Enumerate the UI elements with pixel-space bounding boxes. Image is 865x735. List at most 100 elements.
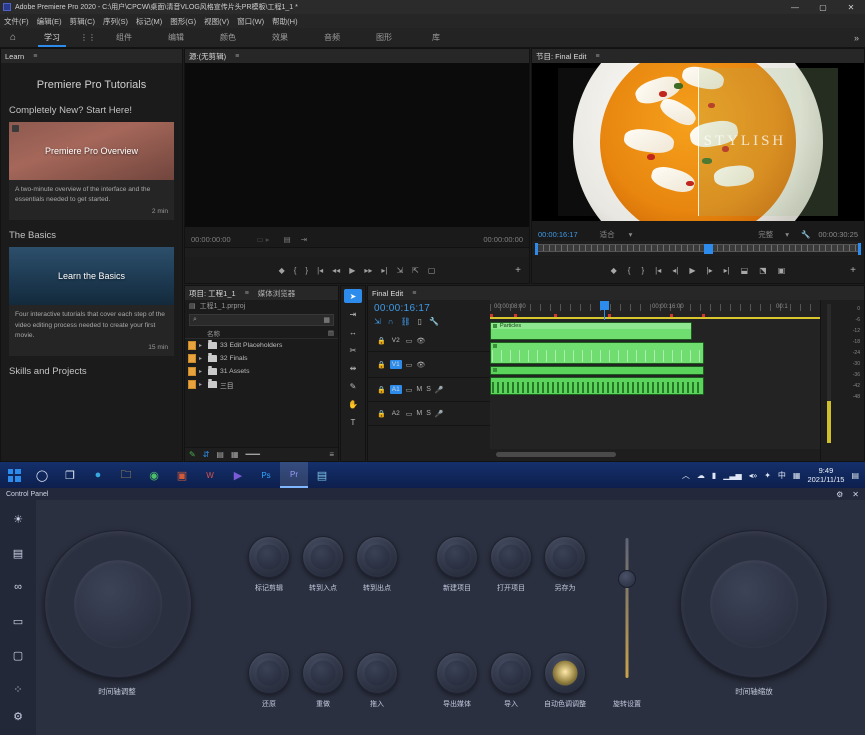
list-item[interactable]: ▸ 32 Finals xyxy=(185,352,338,365)
export-frame-icon[interactable]: ▢ xyxy=(428,266,436,275)
media-icon[interactable]: ▶ xyxy=(224,462,252,488)
go-to-out-knob[interactable] xyxy=(356,536,398,578)
tab-audio[interactable]: 音频 xyxy=(306,28,358,47)
close-icon[interactable]: ✕ xyxy=(852,490,859,499)
lock-icon[interactable]: 🔒 xyxy=(377,337,386,345)
step-back-icon[interactable]: ◂| xyxy=(672,266,678,275)
timeline-clip-a1[interactable] xyxy=(490,366,704,375)
menu-item-file[interactable]: 文件(F) xyxy=(4,16,29,27)
export-frame-icon[interactable]: ▣ xyxy=(778,266,786,275)
volume-icon[interactable]: ◂» xyxy=(749,471,757,480)
track-name-v2[interactable]: V2 xyxy=(390,336,402,345)
import-knob[interactable] xyxy=(490,652,532,694)
razor-tool[interactable]: ✂ xyxy=(344,343,362,357)
undo-knob[interactable] xyxy=(248,652,290,694)
solo-icon[interactable]: S xyxy=(426,386,431,393)
capture-icon[interactable]: ▤ xyxy=(308,462,336,488)
go-to-in-icon[interactable]: |◂ xyxy=(655,266,661,275)
start-button[interactable] xyxy=(0,462,28,488)
filter-icon[interactable]: ▦ xyxy=(323,316,330,324)
program-duration[interactable]: 00:00:30:25 xyxy=(818,230,858,239)
scrub-out-handle[interactable] xyxy=(858,243,861,255)
scrub-in-handle[interactable] xyxy=(535,243,538,255)
chrome-icon[interactable]: ◉ xyxy=(140,462,168,488)
notification-icon[interactable]: ▤ xyxy=(851,471,859,480)
workspace-overflow-icon[interactable]: » xyxy=(854,33,859,43)
settings-wrench-icon[interactable]: 🔧 xyxy=(429,317,439,326)
mute-icon[interactable]: M xyxy=(416,386,422,393)
file-explorer-icon[interactable]: 🗀 xyxy=(112,462,140,488)
lock-icon[interactable]: 🔒 xyxy=(377,361,386,369)
column-framerate[interactable]: ▤ xyxy=(328,329,334,337)
split-line[interactable] xyxy=(698,68,699,216)
archive-icon[interactable]: ▤ xyxy=(8,544,28,562)
premiere-icon[interactable]: Pr xyxy=(280,462,308,488)
menu-item-graphics[interactable]: 图形(G) xyxy=(170,16,196,27)
project-search-row[interactable]: ⌕ ▦ xyxy=(189,314,334,326)
menu-item-window[interactable]: 窗口(W) xyxy=(237,16,264,27)
edge-icon[interactable]: ● xyxy=(84,462,112,488)
eye-icon[interactable]: 👁 xyxy=(416,361,425,369)
voice-icon[interactable]: 🎤 xyxy=(435,386,444,394)
timeline-scrollbar[interactable] xyxy=(496,452,616,457)
new-project-knob[interactable] xyxy=(436,536,478,578)
bluetooth-icon[interactable]: ✦ xyxy=(764,471,771,480)
mark-in-icon[interactable]: { xyxy=(294,266,297,275)
chevron-right-icon[interactable]: ▸ xyxy=(199,368,205,375)
project-tab[interactable]: 项目: 工程1_1 xyxy=(189,288,236,299)
wps-icon[interactable]: W xyxy=(196,462,224,488)
linked-selection-icon[interactable]: ⛓ xyxy=(400,317,410,326)
menu-item-sequence[interactable]: 序列(S) xyxy=(103,16,128,27)
redo-knob[interactable] xyxy=(302,652,344,694)
minimize-button[interactable]: — xyxy=(781,0,809,14)
track-header-v1[interactable]: 🔒 V1 ▭ 👁 xyxy=(368,352,490,378)
panel-menu-icon[interactable]: ≡ xyxy=(33,53,37,60)
chevron-down-icon[interactable]: ▾ xyxy=(629,230,633,239)
timeline-adjust-wheel[interactable] xyxy=(44,530,192,678)
menu-item-marker[interactable]: 标记(M) xyxy=(136,16,162,27)
go-to-in-icon[interactable]: |◂ xyxy=(317,266,323,275)
track-name-a2[interactable]: A2 xyxy=(390,409,402,418)
export-media-knob[interactable] xyxy=(436,652,478,694)
photoshop-icon[interactable]: Ps xyxy=(252,462,280,488)
mark-out-icon[interactable]: } xyxy=(305,266,308,275)
extract-icon[interactable]: ⬔ xyxy=(759,266,767,275)
source-duration-icon[interactable]: ⇥ xyxy=(301,235,307,244)
freeform-view-icon[interactable]: ▤ xyxy=(216,450,224,459)
new-item-icon[interactable]: ⇵ xyxy=(203,450,210,459)
track-header-v2[interactable]: 🔒 V2 ▭ 👁 xyxy=(368,330,490,352)
program-scrub-track[interactable] xyxy=(536,244,860,252)
work-area-bar[interactable] xyxy=(490,317,864,319)
timeline-tracks-area[interactable]: Particles xyxy=(490,320,864,449)
brightness-icon[interactable]: ☀ xyxy=(8,510,28,528)
insert-icon[interactable]: ⇲ xyxy=(396,266,403,275)
media-browser-tab[interactable]: 媒体浏览器 xyxy=(258,288,296,299)
source-button-editor-icon[interactable]: + xyxy=(515,265,521,276)
timeline-playhead[interactable] xyxy=(600,301,609,310)
chevron-right-icon[interactable]: ▸ xyxy=(199,342,205,349)
learn-card-0[interactable]: Premiere Pro Overview A two-minute overv… xyxy=(9,122,174,220)
chevron-down-icon-2[interactable]: ▾ xyxy=(785,230,789,239)
track-name-a1[interactable]: A1 xyxy=(390,385,402,394)
play-icon[interactable]: ▶ xyxy=(349,266,355,275)
mark-in-icon[interactable]: { xyxy=(628,266,631,275)
timeline-clip-a2[interactable] xyxy=(490,377,704,395)
insert-overwrite-icon[interactable]: ⇲ xyxy=(374,317,381,326)
gear-icon[interactable]: ⚙ xyxy=(836,490,843,499)
tab-graphics[interactable]: 图形 xyxy=(358,28,410,47)
menu-item-view[interactable]: 视图(V) xyxy=(204,16,229,27)
learn-tab[interactable]: Learn xyxy=(5,52,24,61)
source-settings-icon[interactable]: ▤ xyxy=(284,235,291,244)
overwrite-icon[interactable]: ⇱ xyxy=(412,266,419,275)
timeline-timecode[interactable]: 00:00:16:17 xyxy=(368,300,490,314)
maximize-button[interactable]: ▢ xyxy=(809,0,837,14)
sync-icon[interactable]: ▭ xyxy=(406,361,413,369)
tab-libraries[interactable]: 库 xyxy=(410,28,462,47)
new-bin-icon[interactable]: ✎ xyxy=(189,450,196,459)
ripple-edit-tool[interactable]: ↔ xyxy=(344,325,362,339)
task-view-button[interactable]: ❐ xyxy=(56,462,84,488)
program-fit-select[interactable]: 适合 xyxy=(600,229,615,240)
save-as-knob[interactable] xyxy=(544,536,586,578)
battery-icon[interactable]: ▮ xyxy=(712,471,716,480)
gear-icon[interactable]: ⚙ xyxy=(8,707,28,725)
